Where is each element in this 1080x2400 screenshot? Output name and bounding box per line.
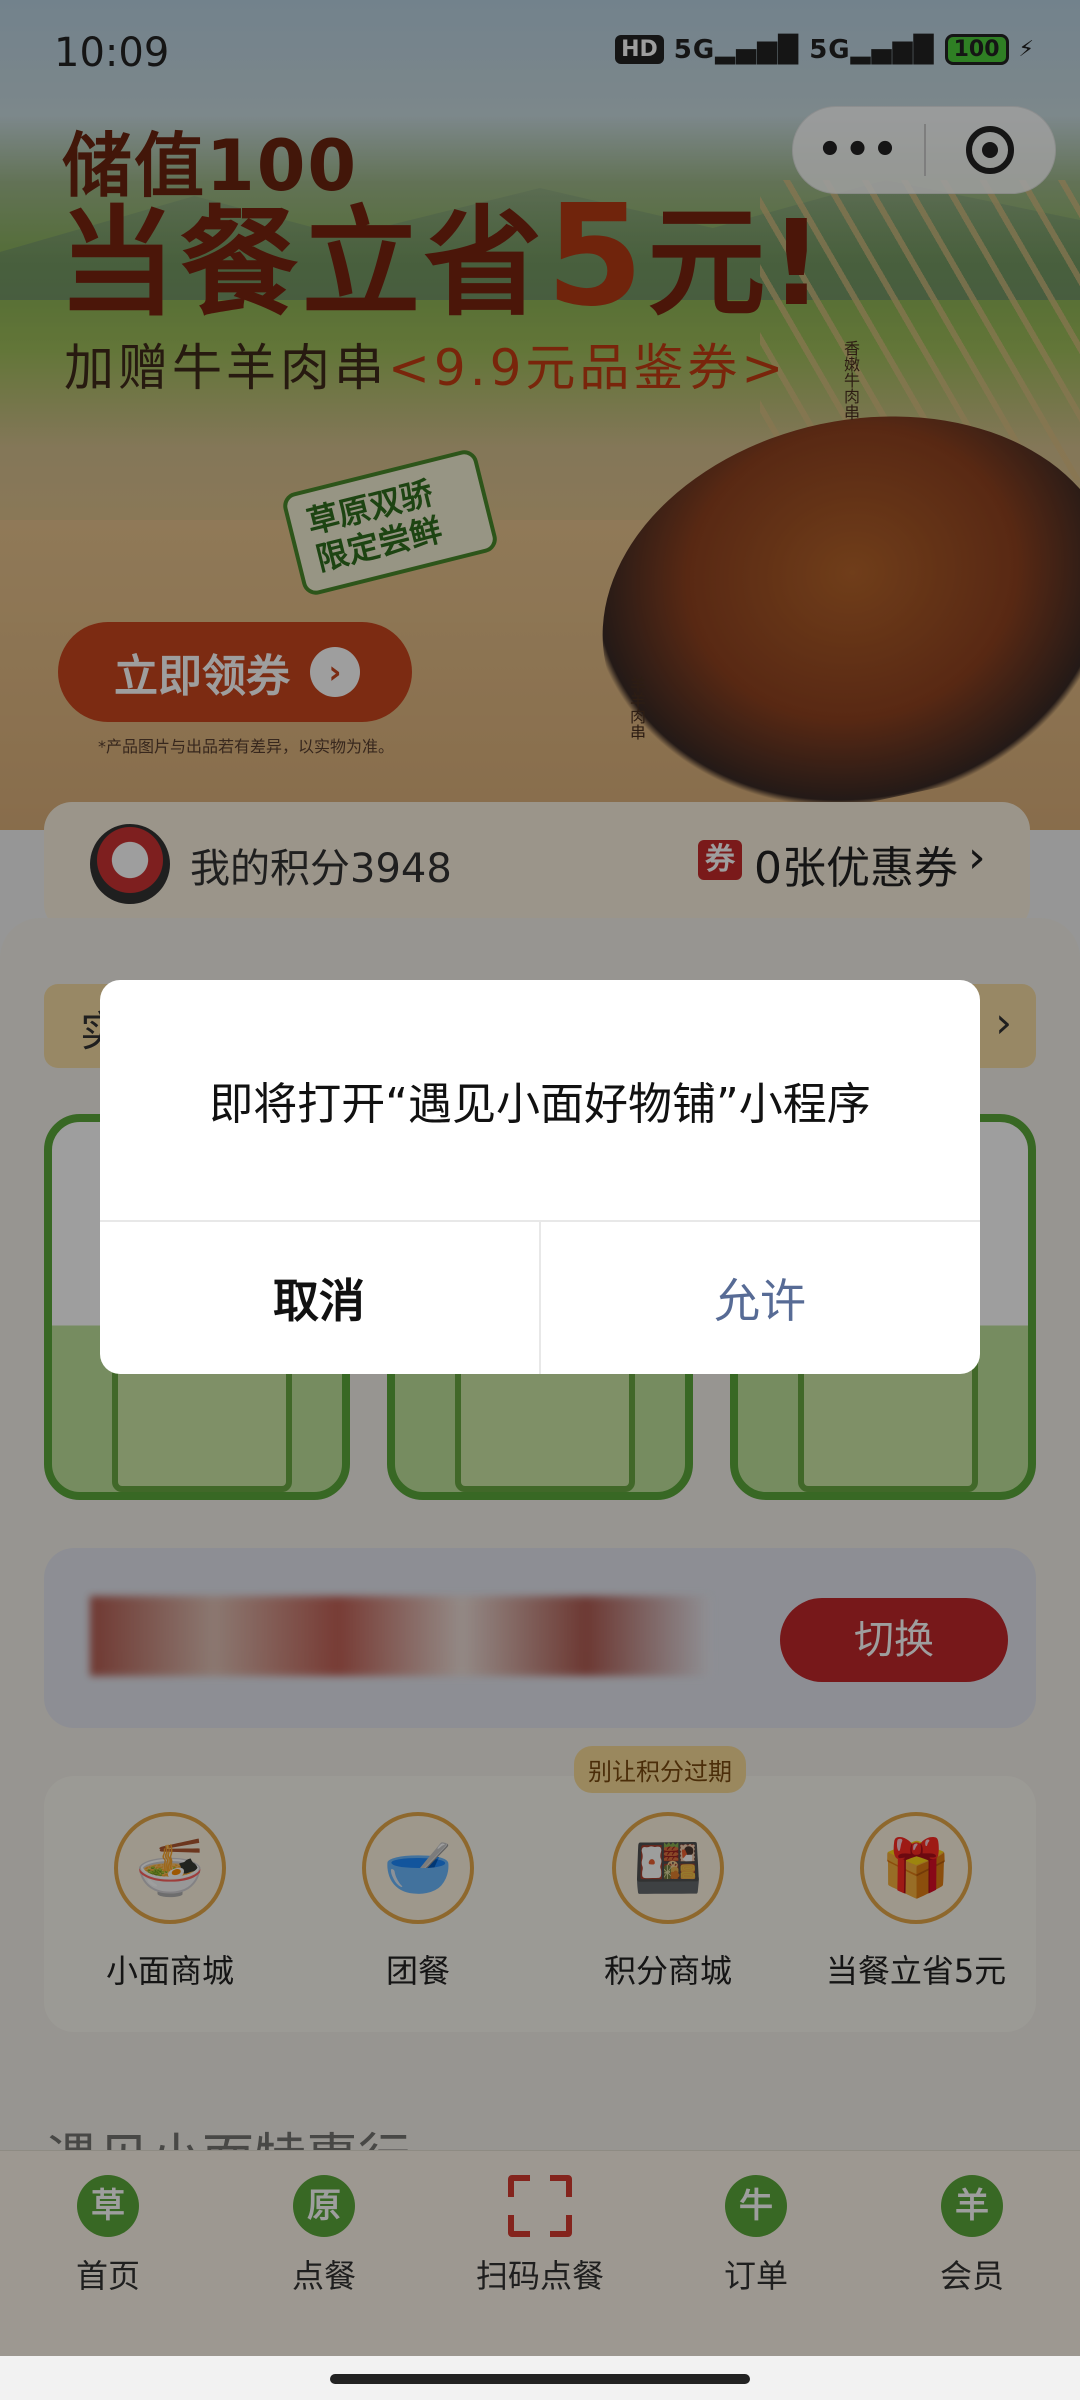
home-indicator[interactable] xyxy=(330,2374,750,2384)
open-miniprogram-dialog: 即将打开“遇见小面好物铺”小程序 取消 允许 xyxy=(100,980,980,1374)
cancel-button[interactable]: 取消 xyxy=(100,1222,538,1374)
dialog-message: 即将打开“遇见小面好物铺”小程序 xyxy=(209,1079,871,1130)
allow-button[interactable]: 允许 xyxy=(541,1222,979,1374)
